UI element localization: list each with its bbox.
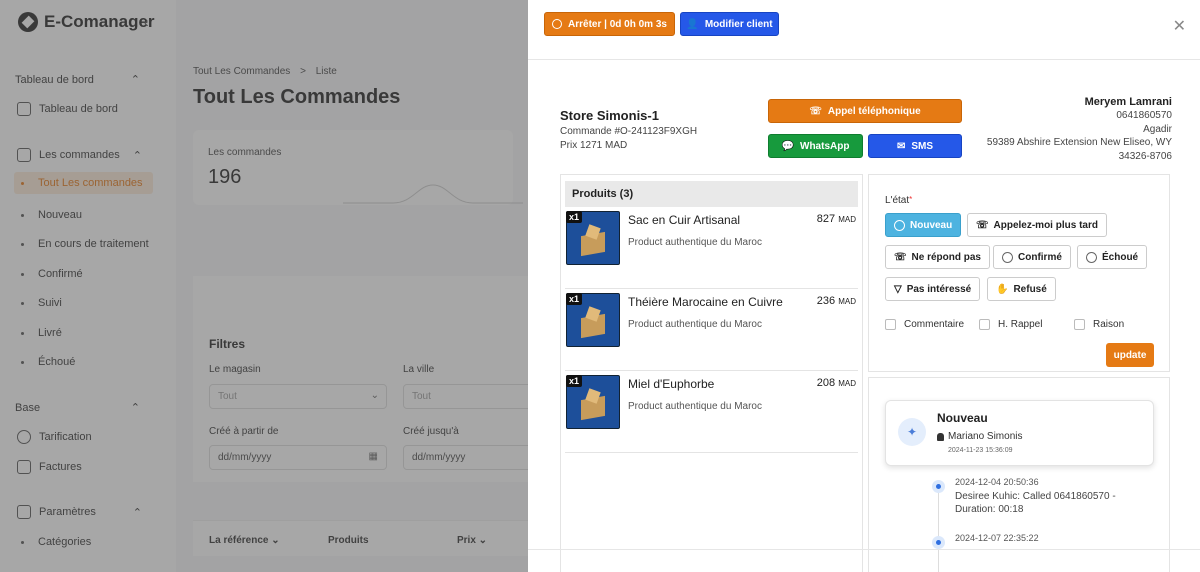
customer-phone: 0641860570 — [1116, 110, 1172, 121]
customer-name: Meryem Lamrani — [1084, 96, 1172, 108]
user-icon: 👤 — [686, 18, 699, 30]
stop-timer-button[interactable]: Arrêter | 0d 0h 0m 3s — [544, 12, 675, 36]
customer-address: 59389 Abshire Extension New Eliseo, WY — [986, 137, 1172, 148]
drawer-header: Arrêter | 0d 0h 0m 3s 👤 Modifier client … — [528, 0, 1200, 60]
stop-icon — [552, 19, 563, 29]
timeline-line — [938, 488, 939, 572]
state-not-interested-button[interactable]: ▽ Pas intéressé — [885, 277, 981, 301]
hand-icon: ✋ — [996, 283, 1009, 295]
quantity-badge: x1 — [566, 293, 583, 305]
product-description: Product authentique du Maroc — [628, 401, 762, 412]
timeline-date: 2024-12-07 22:35:22 — [955, 533, 1039, 543]
product-price: 827 MAD — [816, 213, 856, 225]
comment-checkbox[interactable]: Commentaire — [885, 319, 964, 330]
chat-icon: 💬 — [781, 140, 794, 152]
state-no-answer-button[interactable]: ☏ Ne répond pas — [885, 245, 990, 269]
reason-checkbox[interactable]: Raison — [1074, 319, 1124, 330]
product-row: x1 Théière Marocaine en Cuivre 236 MAD P… — [565, 289, 858, 371]
product-description: Product authentique du Maroc — [628, 319, 762, 330]
whatsapp-button[interactable]: 💬 WhatsApp — [768, 134, 863, 158]
sms-button[interactable]: ✉ SMS — [868, 134, 962, 158]
modal-backdrop[interactable] — [0, 0, 528, 572]
order-price: Prix 1271 MAD — [560, 140, 628, 151]
phone-clock-icon: ☏ — [976, 219, 989, 231]
timeline-date: 2024-12-04 20:50:36 — [955, 477, 1039, 487]
timeline-dot — [932, 480, 945, 493]
close-icon[interactable]: ✕ — [1173, 16, 1186, 36]
phone-icon: ☏ — [809, 105, 822, 117]
product-row: x1 Miel d'Euphorbe 208 MAD Product authe… — [565, 371, 858, 453]
store-name: Store Simonis-1 — [560, 108, 659, 123]
product-row: x1 Sac en Cuir Artisanal 827 MAD Product… — [565, 207, 858, 289]
product-price: 236 MAD — [816, 295, 856, 307]
product-name: Miel d'Euphorbe — [628, 377, 715, 391]
plus-circle-icon — [894, 219, 905, 231]
order-reference: Commande #O-241123F9XGH — [560, 126, 698, 137]
product-description: Product authentique du Maroc — [628, 237, 762, 248]
product-name: Théière Marocaine en Cuivre — [628, 295, 783, 309]
state-panel: L'état* Nouveau ☏ Appelez-moi plus tard ☏… — [868, 174, 1170, 372]
state-refused-button[interactable]: ✋ Refusé — [987, 277, 1056, 301]
state-confirmed-button[interactable]: Confirmé — [993, 245, 1071, 269]
sparkle-icon: ✦ — [898, 418, 926, 446]
drawer-footer-divider — [528, 549, 1200, 550]
user-icon — [937, 432, 944, 441]
products-title: Produits (3) — [565, 181, 858, 207]
update-button[interactable]: update — [1106, 343, 1154, 367]
timeline-text: Desiree Kuhic: Called 0641860570 - Durat… — [955, 491, 1116, 515]
state-label: L'état* — [885, 195, 913, 206]
timeline-dot — [932, 536, 945, 549]
check-circle-icon — [1002, 251, 1013, 263]
state-callback-button[interactable]: ☏ Appelez-moi plus tard — [967, 213, 1107, 237]
state-new-button[interactable]: Nouveau — [885, 213, 962, 237]
quantity-badge: x1 — [566, 211, 583, 223]
quantity-badge: x1 — [566, 375, 583, 387]
product-price: 208 MAD — [816, 377, 856, 389]
reminder-checkbox[interactable]: H. Rappel — [979, 319, 1042, 330]
order-drawer: Arrêter | 0d 0h 0m 3s 👤 Modifier client … — [528, 0, 1200, 572]
phone-call-button[interactable]: ☏ Appel téléphonique — [768, 99, 962, 123]
status-user: Mariano Simonis — [937, 431, 1022, 442]
state-failed-button[interactable]: Échoué — [1077, 245, 1148, 269]
status-date: 2024-11-23 15:36:09 — [948, 447, 1013, 454]
thumbs-down-icon: ▽ — [894, 283, 902, 295]
status-title: Nouveau — [937, 411, 988, 425]
customer-city: Agadir — [1143, 124, 1172, 135]
history-panel: ✦ Nouveau Mariano Simonis 2024-11-23 15:… — [868, 377, 1170, 572]
current-status-card: ✦ Nouveau Mariano Simonis 2024-11-23 15:… — [885, 400, 1154, 466]
edit-client-button[interactable]: 👤 Modifier client — [680, 12, 779, 36]
customer-zip: 34326-8706 — [1118, 151, 1172, 162]
mail-icon: ✉ — [896, 140, 906, 152]
phone-icon: ☏ — [894, 251, 907, 263]
x-circle-icon — [1086, 251, 1097, 263]
product-name: Sac en Cuir Artisanal — [628, 213, 741, 227]
products-panel: Produits (3) x1 Sac en Cuir Artisanal 82… — [560, 174, 863, 572]
